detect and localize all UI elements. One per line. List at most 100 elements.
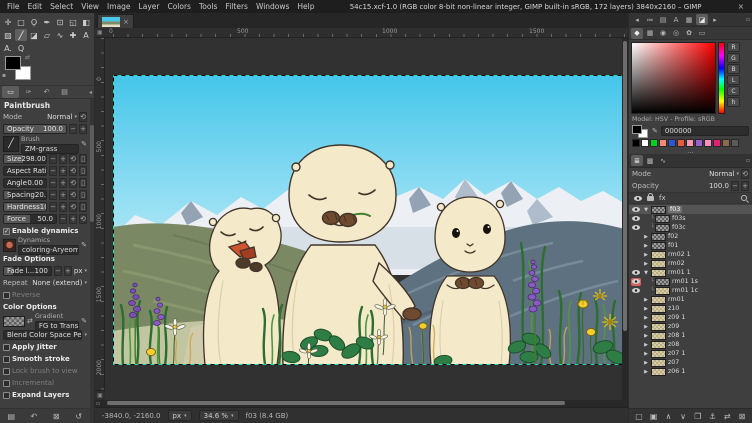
expand-icon[interactable]: ▶ (642, 351, 650, 357)
fade-length-slider[interactable]: Fade l... 100 (3, 266, 52, 276)
free-select-tool[interactable]: Ϙ (28, 16, 40, 28)
layer-name[interactable]: z06 1 (668, 368, 685, 375)
expand-icon[interactable]: ▶ (642, 369, 650, 375)
history-swatch[interactable] (659, 139, 667, 147)
new-group-button[interactable]: ▣ (648, 410, 660, 422)
layer-name[interactable]: z07 1 (668, 350, 685, 357)
new-layer-button[interactable]: ▢ (633, 410, 645, 422)
channel-l-button[interactable]: L (727, 75, 740, 85)
eraser-tool[interactable]: ◪ (28, 29, 40, 41)
layer-name[interactable]: f03 (668, 206, 682, 213)
history-swatch[interactable] (695, 139, 703, 147)
duplicate-layer-button[interactable]: ❐ (692, 410, 704, 422)
heal-tool[interactable]: ✚ (67, 29, 79, 41)
channel-h-button[interactable]: h (727, 97, 740, 107)
hex-color-field[interactable]: 000000 (661, 126, 749, 136)
dock-tab-patterns[interactable]: ▤ (657, 14, 669, 25)
dock-menu-icon[interactable]: ▫ (746, 16, 750, 23)
image-tab[interactable]: × (97, 14, 134, 28)
crop-tool[interactable]: ⊡ (54, 16, 66, 28)
layer-name[interactable]: rm02 1 (668, 251, 691, 258)
layer-name[interactable]: f01 (668, 242, 678, 249)
default-colors-icon[interactable]: ▪ (2, 72, 6, 79)
expand-icon[interactable]: ▶ (642, 234, 650, 240)
layer-row[interactable]: ▶z09 1 (629, 313, 752, 322)
transform-tool[interactable]: ◱ (67, 16, 79, 28)
size-increment-button[interactable]: + (59, 154, 67, 164)
opacity-decrement-button[interactable]: − (69, 124, 77, 134)
eye-alert-cell[interactable] (631, 278, 641, 286)
gradient-tool[interactable]: ▨ (2, 29, 14, 41)
history-swatch[interactable] (641, 139, 649, 147)
spacing-link-icon[interactable]: ▯ (79, 190, 87, 200)
bucket-fill-tool[interactable]: ◧ (80, 16, 92, 28)
fg-bg-colors[interactable]: ⇄ ▪ (5, 56, 39, 83)
lock-brush-checkbox[interactable] (3, 368, 10, 375)
channel-r-button[interactable]: R (727, 42, 740, 52)
force-increment-button[interactable]: + (69, 214, 77, 224)
hardness-link-icon[interactable]: ▯ (79, 202, 87, 212)
enable-dynamics-checkbox[interactable]: ✓ (3, 228, 10, 235)
menu-edit[interactable]: Edit (24, 2, 47, 11)
spacing-reset-icon[interactable]: ⟲ (69, 190, 77, 200)
expand-icon[interactable]: ▶ (642, 315, 650, 321)
apply-jitter-checkbox[interactable] (3, 344, 10, 351)
tab-color-disc[interactable]: ◎ (670, 28, 682, 39)
ruler-corner-icon[interactable]: ▣ (97, 29, 103, 36)
mini-fg-bg-swatch[interactable] (632, 125, 649, 138)
eye-icon[interactable] (632, 270, 640, 275)
layer-name[interactable]: z09 (668, 323, 679, 330)
effects-column-label[interactable]: fx (659, 194, 666, 202)
opacity-slider[interactable]: Opacity 100.0 (3, 124, 67, 134)
layer-row[interactable]: ▼f03 (629, 205, 752, 214)
size-link-icon[interactable]: ▯ (79, 154, 87, 164)
dock-tab-brushes[interactable]: ◪ (696, 14, 708, 25)
menu-layer[interactable]: Layer (135, 2, 164, 11)
layer-row[interactable]: ▶ z09 (629, 322, 752, 331)
hardness-slider[interactable]: Hardness 100.0 (3, 202, 47, 212)
restore-preset-button[interactable]: ↶ (27, 412, 41, 421)
tab-undo-history[interactable]: ↶ (38, 86, 55, 98)
layer-row[interactable]: └f03c (629, 223, 752, 232)
size-reset-icon[interactable]: ⟲ (69, 154, 77, 164)
layer-name[interactable]: z07 (668, 359, 679, 366)
tab-tool-options[interactable]: ▭ (2, 86, 19, 98)
gradient-thumbnail[interactable] (3, 316, 25, 327)
history-swatch[interactable] (704, 139, 712, 147)
eye-icon[interactable] (632, 207, 640, 212)
history-swatch[interactable] (713, 139, 721, 147)
menu-filters[interactable]: Filters (221, 2, 251, 11)
history-swatch[interactable] (650, 139, 658, 147)
menu-tools[interactable]: Tools (195, 2, 221, 11)
expand-icon[interactable]: ▶ (642, 252, 650, 258)
aspect-ratio-slider[interactable]: Aspect Ratio 0.00 (3, 166, 47, 176)
layer-name[interactable]: f02 (668, 233, 678, 240)
tool-options-scrollbar[interactable] (90, 99, 94, 423)
history-swatch[interactable] (632, 139, 640, 147)
gradient-edit-icon[interactable]: ✎ (81, 317, 87, 325)
repeat-select[interactable]: None (extend) (32, 279, 82, 287)
history-swatch[interactable] (722, 139, 730, 147)
move-tool[interactable]: ✛ (2, 16, 14, 28)
layer-name[interactable]: rm01 1 (668, 269, 691, 276)
fonts-tool[interactable]: A. (2, 42, 14, 54)
lower-layer-button[interactable]: ∨ (677, 410, 689, 422)
brush-edit-icon[interactable]: ✎ (81, 140, 87, 148)
hardness-reset-icon[interactable]: ⟲ (69, 202, 77, 212)
layer-name[interactable]: z08 (668, 341, 679, 348)
angle-slider[interactable]: Angle 0.00 (3, 178, 47, 188)
channel-c-button[interactable]: C (727, 86, 740, 96)
brush-name-field[interactable]: ZM-grass (21, 144, 79, 154)
size-decrement-button[interactable]: − (49, 154, 57, 164)
tab-fg-bg-color[interactable]: ◆ (631, 28, 643, 39)
tab-color-dialog[interactable]: ▭ (696, 28, 708, 39)
spacing-slider[interactable]: Spacing 20.0 (3, 190, 47, 200)
expand-icon[interactable]: ▶ (642, 333, 650, 339)
text-tool[interactable]: A (80, 29, 92, 41)
spacing-increment-button[interactable]: + (59, 190, 67, 200)
clone-tool[interactable]: ▱ (41, 29, 53, 41)
tab-palette-grid[interactable]: ▦ (644, 28, 656, 39)
expand-layers-checkbox[interactable] (3, 392, 10, 399)
force-decrement-button[interactable]: − (59, 214, 67, 224)
expand-icon[interactable]: ▶ (642, 324, 650, 330)
